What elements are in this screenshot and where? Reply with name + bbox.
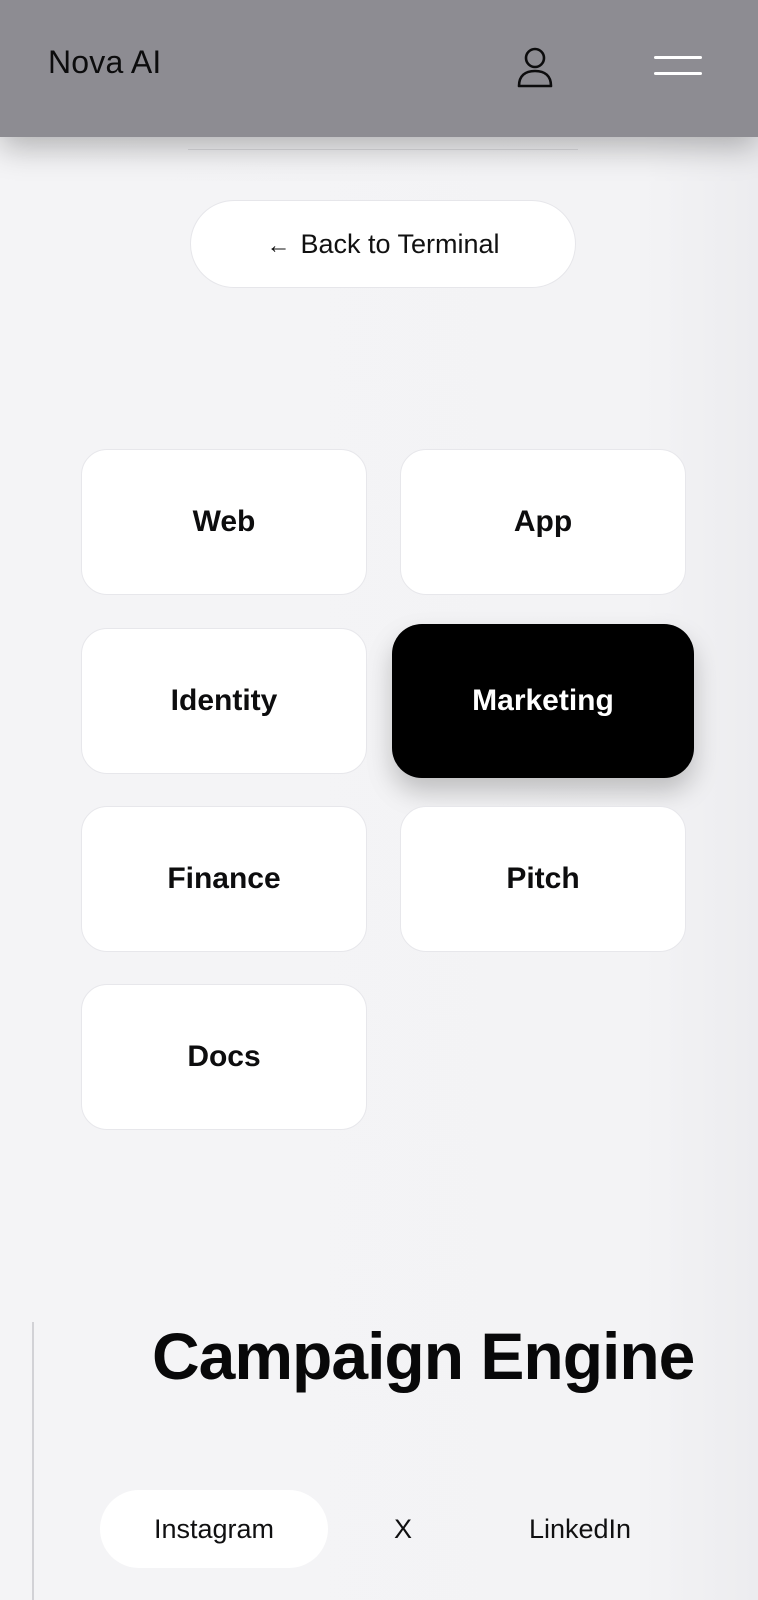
- category-label: Web: [192, 505, 256, 538]
- category-app[interactable]: App: [400, 449, 686, 595]
- section-left-rule: [32, 1322, 34, 1600]
- arrow-left-icon: ←: [266, 232, 291, 259]
- section-title: Campaign Engine: [152, 1319, 695, 1393]
- category-label: Identity: [170, 684, 278, 717]
- tab-label: X: [393, 1513, 412, 1544]
- category-marketing[interactable]: Marketing: [392, 624, 694, 778]
- category-docs[interactable]: Docs: [81, 984, 367, 1130]
- page: Nova AI ← Back to Terminal Web App Ident…: [0, 0, 758, 1600]
- category-identity[interactable]: Identity: [81, 628, 367, 774]
- tab-x[interactable]: X: [370, 1490, 436, 1568]
- category-finance[interactable]: Finance: [81, 806, 367, 952]
- account-button[interactable]: [512, 44, 558, 90]
- hamburger-menu-icon-line: [654, 72, 702, 75]
- brand-logo-text[interactable]: Nova AI: [48, 44, 161, 81]
- divider: [188, 149, 578, 150]
- top-nav-bar: Nova AI: [0, 0, 758, 137]
- tab-label: LinkedIn: [528, 1513, 632, 1544]
- hamburger-menu-button[interactable]: [648, 50, 706, 86]
- category-label: Pitch: [506, 862, 580, 895]
- tab-label: Instagram: [153, 1513, 275, 1544]
- category-pitch[interactable]: Pitch: [400, 806, 686, 952]
- category-web[interactable]: Web: [81, 449, 367, 595]
- category-label: App: [513, 505, 573, 538]
- category-label: Marketing: [472, 684, 614, 717]
- category-label: Finance: [167, 862, 281, 895]
- tab-instagram[interactable]: Instagram: [100, 1490, 328, 1568]
- hamburger-menu-icon: [654, 56, 702, 59]
- tab-linkedin[interactable]: LinkedIn: [500, 1490, 660, 1568]
- back-to-terminal-button[interactable]: ← Back to Terminal: [190, 200, 576, 288]
- user-icon: [517, 47, 553, 88]
- category-label: Docs: [187, 1040, 261, 1073]
- back-button-label: Back to Terminal: [300, 228, 500, 259]
